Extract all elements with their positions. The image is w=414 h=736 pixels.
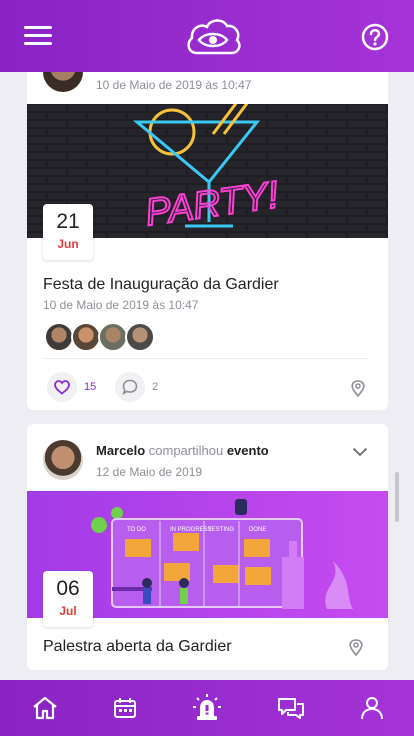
- cloud-eye-logo[interactable]: [180, 12, 246, 60]
- heart-icon: [54, 379, 70, 395]
- post-timestamp: 12 de Maio de 2019: [96, 465, 203, 479]
- post-timestamp: 10 de Maio de 2019 às 10:47: [96, 78, 252, 92]
- event-day: 06: [56, 577, 80, 600]
- event-datetime: 10 de Maio de 2019 às 10:47: [43, 298, 199, 312]
- event-title[interactable]: Palestra aberta da Gardier: [43, 638, 232, 656]
- event-month: Jun: [57, 237, 79, 251]
- comment-button[interactable]: 2: [115, 372, 158, 402]
- event-date-badge: 21 Jun: [43, 204, 93, 260]
- post-header-text: Marcelo compartilhou evento: [96, 443, 269, 458]
- nav-messages[interactable]: [261, 680, 321, 736]
- author-name[interactable]: Marcelo: [96, 443, 145, 458]
- post-card[interactable]: Marcelo compartilhou evento 12 de Maio d…: [27, 424, 388, 670]
- board-label-in-progress: IN PROGRESS: [170, 527, 212, 533]
- participant-avatar[interactable]: [44, 322, 74, 352]
- author-avatar[interactable]: [43, 72, 83, 92]
- bottom-navigation: [0, 680, 414, 736]
- participants-list[interactable]: [44, 322, 155, 352]
- help-icon[interactable]: [358, 20, 392, 54]
- board-label-testing: TESTING: [208, 527, 234, 533]
- home-icon: [33, 696, 57, 720]
- event-day: 21: [56, 210, 80, 233]
- calendar-icon: [114, 698, 136, 718]
- event-date-badge: 06 Jul: [43, 571, 93, 627]
- location-pin-icon[interactable]: [349, 379, 367, 397]
- board-label-todo: TO DO: [127, 527, 146, 533]
- location-pin-icon[interactable]: [347, 638, 365, 656]
- participant-avatar[interactable]: [125, 322, 155, 352]
- post-card[interactable]: 10 de Maio de 2019 às 10:47 PARTY! 21 Ju…: [27, 72, 388, 410]
- like-count: 15: [84, 381, 97, 393]
- nav-calendar[interactable]: [95, 680, 155, 736]
- comment-icon: [122, 379, 138, 395]
- alarm-icon: [193, 694, 221, 720]
- author-avatar[interactable]: [43, 440, 83, 480]
- like-button[interactable]: 15: [47, 372, 96, 402]
- participant-avatar[interactable]: [98, 322, 128, 352]
- comment-count: 2: [152, 381, 159, 393]
- nav-home[interactable]: [15, 680, 75, 736]
- chevron-down-icon[interactable]: [349, 442, 371, 462]
- nav-alerts[interactable]: [177, 680, 237, 736]
- post-object: evento: [226, 443, 269, 458]
- top-app-bar: [0, 0, 414, 72]
- event-month: Jul: [59, 604, 77, 618]
- event-title[interactable]: Festa de Inauguração da Gardier: [43, 276, 279, 294]
- card-divider: [43, 358, 368, 359]
- event-feed[interactable]: 10 de Maio de 2019 às 10:47 PARTY! 21 Ju…: [0, 72, 414, 680]
- menu-icon[interactable]: [20, 18, 58, 54]
- participant-avatar[interactable]: [71, 322, 101, 352]
- chat-icon: [278, 698, 304, 719]
- profile-icon: [361, 697, 383, 720]
- nav-profile[interactable]: [342, 680, 402, 736]
- feed-scrollbar[interactable]: [395, 472, 399, 522]
- board-label-done: DONE: [249, 527, 266, 533]
- post-action: compartilhou: [148, 443, 224, 458]
